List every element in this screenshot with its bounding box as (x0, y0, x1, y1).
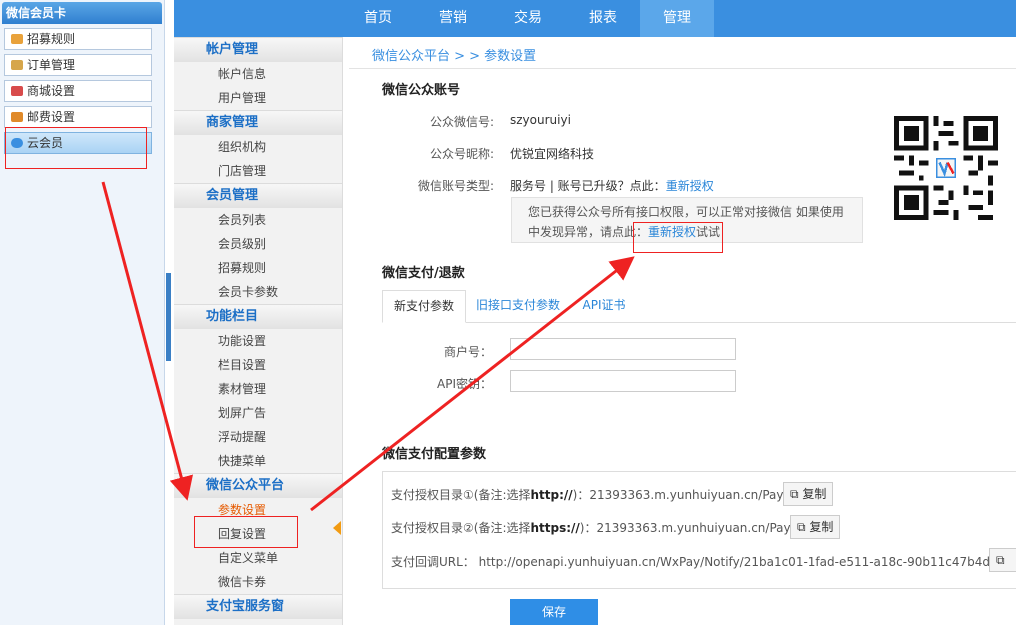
sidebar-splitter-handle[interactable] (166, 273, 171, 361)
sidebar-group-alipay[interactable]: 支付宝服务窗 (174, 594, 342, 619)
sidebar-item-member-list[interactable]: 会员列表 (174, 208, 342, 232)
merchant-id-label: 商户号： (443, 345, 492, 359)
wechat-card-panel: 微信会员卡 招募规则 订单管理 商城设置 邮费设置 云会员 (0, 0, 165, 625)
api-key-input[interactable] (510, 370, 736, 392)
copy-icon: ⧉ (996, 553, 1005, 567)
sidebar-item-swipe-ads[interactable]: 划屏广告 (174, 401, 342, 425)
callback-url: 支付回调URL： http://openapi.yunhuiyuan.cn/Wx… (391, 555, 998, 569)
auth-dir-2: 支付授权目录②(备注:选择https://)：21393363.m.yunhui… (391, 519, 795, 536)
wechat-id-label: 公众微信号: (429, 115, 494, 129)
sidebar-item-org[interactable]: 组织机构 (174, 135, 342, 159)
merchant-id-input[interactable] (510, 338, 736, 360)
tab-old-pay-params[interactable]: 旧接口支付参数 (470, 290, 566, 321)
auth-dir-1-protocol: http:// (530, 488, 573, 502)
sidebar-item-member-level[interactable]: 会员级别 (174, 232, 342, 256)
sidebar-group-wechat-platform[interactable]: 微信公众平台 (174, 473, 342, 498)
copy-label: 复制 (802, 487, 827, 501)
copy-button-1[interactable]: ⧉ 复制 (783, 482, 834, 506)
panel-item-recruit[interactable]: 招募规则 (4, 28, 152, 50)
copy-icon: ⧉ (797, 520, 810, 534)
auth-dir-1-url: )：21393363.m.yunhuiyuan.cn/Pay/ (572, 488, 788, 502)
tab-api-cert[interactable]: API证书 (574, 290, 634, 321)
auth-dir-2-url: )：21393363.m.yunhuiyuan.cn/Pay/ (579, 521, 795, 535)
section-title-config: 微信支付配置参数 (382, 447, 487, 462)
sidebar-item-card-params[interactable]: 会员卡参数 (174, 280, 342, 304)
tab-home[interactable]: 首页 (348, 0, 408, 37)
divider (349, 68, 1016, 69)
nickname-value: 优锐宜网络科技 (510, 147, 595, 161)
tab-marketing[interactable]: 营销 (423, 0, 483, 37)
auth-dir-1-prefix: 支付授权目录①(备注:选择 (391, 488, 531, 502)
sidebar-item-column-settings[interactable]: 栏目设置 (174, 353, 342, 377)
annotation-box-reauth (633, 222, 723, 253)
sidebar-item-account-info[interactable]: 帐户信息 (174, 62, 342, 86)
section-title-pay: 微信支付/退款 (382, 266, 465, 281)
pay-tabs: 新支付参数 旧接口支付参数 API证书 (382, 290, 1016, 323)
shipping-icon (11, 112, 23, 122)
save-button[interactable]: 保存 (510, 599, 598, 625)
auth-dir-1: 支付授权目录①(备注:选择http://)：21393363.m.yunhuiy… (391, 486, 788, 503)
sidebar-item-float-reminder[interactable]: 浮动提醒 (174, 425, 342, 449)
section-title-account: 微信公众账号 (382, 83, 461, 98)
sidebar-group-account[interactable]: 帐户管理 (174, 37, 342, 62)
account-type-label: 微信账号类型: (417, 179, 494, 193)
auth-dir-2-protocol: https:// (530, 521, 580, 535)
notice-text: 中发现异常，请点此： (528, 225, 649, 239)
order-icon (11, 60, 23, 70)
sidebar-group-members[interactable]: 会员管理 (174, 183, 342, 208)
wechat-id-value: szyouruiyi (510, 113, 571, 127)
panel-item-orders[interactable]: 订单管理 (4, 54, 152, 76)
panel-item-mall[interactable]: 商城设置 (4, 80, 152, 102)
copy-icon: ⧉ (790, 487, 803, 501)
auth-dir-2-prefix: 支付授权目录②(备注:选择 (391, 521, 531, 535)
top-nav: 首页 营销 交易 报表 管理 (174, 0, 1016, 37)
tab-new-pay-params[interactable]: 新支付参数 (382, 290, 466, 323)
panel-title: 微信会员卡 (2, 2, 162, 24)
tab-trade[interactable]: 交易 (498, 0, 558, 37)
notice-line-1: 您已获得公众号所有接口权限，可以正常对接微信 如果使用 (528, 205, 844, 219)
copy-button-2[interactable]: ⧉ 复制 (790, 515, 841, 539)
panel-item-label: 邮费设置 (27, 110, 76, 124)
sidebar-group-merchant[interactable]: 商家管理 (174, 110, 342, 135)
annotation-box-cloud-member (5, 127, 147, 169)
panel-item-label: 招募规则 (27, 32, 76, 46)
mall-icon (11, 86, 23, 96)
sidebar-item-feature-settings[interactable]: 功能设置 (174, 329, 342, 353)
tab-reports[interactable]: 报表 (573, 0, 633, 37)
sidebar-item-custom-menu[interactable]: 自定义菜单 (174, 546, 342, 570)
account-type-text: 服务号 | 账号已升级？点此： (510, 179, 666, 193)
annotation-box-param-settings (194, 516, 298, 548)
sidebar-item-materials[interactable]: 素材管理 (174, 377, 342, 401)
tab-manage[interactable]: 管理 (640, 0, 714, 37)
api-key-label: API密钥： (437, 377, 492, 391)
sidebar-item-wechat-coupons[interactable]: 微信卡券 (174, 570, 342, 594)
sidebar-item-recruit-rules[interactable]: 招募规则 (174, 256, 342, 280)
copy-label: 复制 (809, 520, 834, 534)
sidebar-item-stores[interactable]: 门店管理 (174, 159, 342, 183)
breadcrumb[interactable]: 微信公众平台 > > 参数设置 (372, 45, 536, 64)
sidebar-item-user-manage[interactable]: 用户管理 (174, 86, 342, 110)
recruit-icon (11, 34, 23, 44)
panel-item-label: 商城设置 (27, 84, 76, 98)
panel-item-shipping[interactable]: 邮费设置 (4, 106, 152, 128)
account-type-value: 服务号 | 账号已升级？点此：重新授权 (510, 177, 714, 194)
active-indicator-icon (333, 521, 341, 535)
nickname-label: 公众号昵称: (429, 147, 494, 161)
qr-code-icon (894, 116, 998, 220)
pay-config-box: 支付授权目录①(备注:选择http://)：21393363.m.yunhuiy… (382, 471, 1016, 589)
copy-button-3[interactable]: ⧉ (989, 548, 1016, 572)
reauth-link[interactable]: 重新授权 (666, 179, 714, 193)
panel-item-label: 订单管理 (27, 58, 76, 72)
sidebar-item-shortcut-menu[interactable]: 快捷菜单 (174, 449, 342, 473)
sidebar-group-features[interactable]: 功能栏目 (174, 304, 342, 329)
